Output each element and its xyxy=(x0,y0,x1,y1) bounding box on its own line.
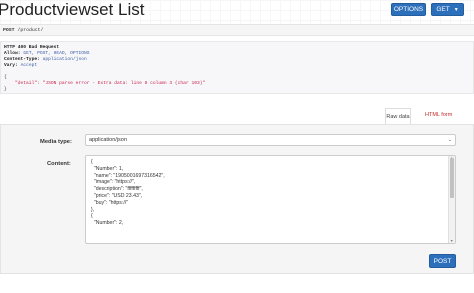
header-name: Vary: xyxy=(4,63,18,68)
tab-html-form[interactable]: HTML form xyxy=(425,112,452,118)
content-label: Content: xyxy=(47,161,71,167)
get-button-label: GET xyxy=(436,6,450,13)
page-title: Productviewset List xyxy=(0,0,145,19)
media-type-select[interactable]: application/json ⌄ xyxy=(85,134,456,146)
request-method: POST xyxy=(3,27,15,33)
request-info: POST /product/ xyxy=(0,24,474,36)
tab-raw-data[interactable]: Raw data xyxy=(385,108,411,124)
scroll-down-icon[interactable]: ▼ xyxy=(450,239,453,243)
scrollbar-thumb[interactable] xyxy=(450,158,454,198)
get-button[interactable]: GET ▼ xyxy=(431,3,464,16)
response-panel: HTTP 400 Bad Request Allow: GET, POST, H… xyxy=(0,41,474,94)
options-button[interactable]: OPTIONS xyxy=(391,3,426,16)
content-text: { "Number": 1, "name": "1905001697316542… xyxy=(91,159,165,227)
header-value: Accept xyxy=(20,63,38,68)
header-value: GET, POST, HEAD, OPTIONS xyxy=(23,51,90,56)
media-type-value: application/json xyxy=(89,137,127,143)
textarea-scrollbar[interactable]: ▲ ▼ xyxy=(448,156,455,243)
response-body-close: } xyxy=(4,87,7,92)
header-name: Allow: xyxy=(4,51,21,56)
header-name: Content-Type: xyxy=(4,57,40,62)
header-value: application/json xyxy=(42,57,87,62)
request-path: /product/ xyxy=(17,27,44,33)
post-button[interactable]: POST xyxy=(429,254,456,268)
chevron-down-icon: ▼ xyxy=(453,6,459,13)
chevron-down-icon: ⌄ xyxy=(447,137,452,143)
content-textarea[interactable]: { "Number": 1, "name": "1905001697316542… xyxy=(85,155,456,244)
media-type-label: Media type: xyxy=(40,139,72,145)
